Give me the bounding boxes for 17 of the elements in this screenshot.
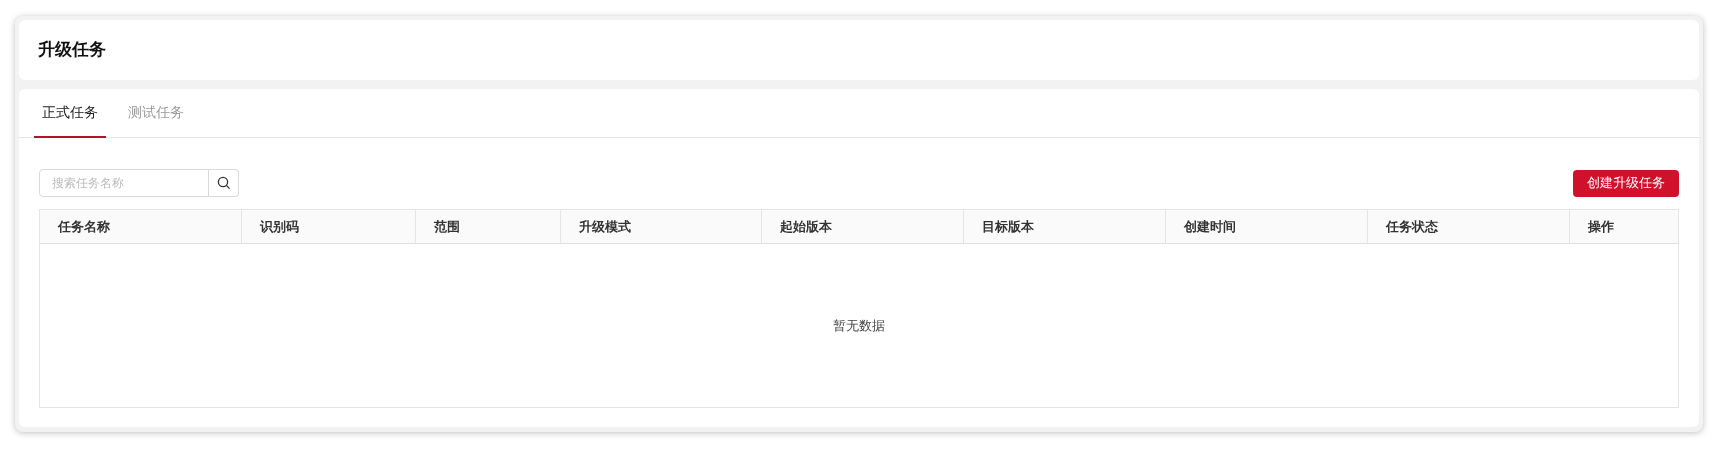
empty-message: 暂无数据 — [833, 316, 885, 335]
column-header: 升级模式 — [579, 217, 631, 236]
tab[interactable]: 正式任务 — [34, 89, 106, 138]
search-button[interactable] — [209, 169, 239, 197]
column-header: 创建时间 — [1184, 217, 1236, 236]
column-header: 任务名称 — [58, 217, 110, 236]
column-header: 目标版本 — [982, 217, 1034, 236]
column-header: 任务状态 — [1386, 217, 1438, 236]
column-header: 范围 — [434, 217, 460, 236]
search-field[interactable]: 搜索任务名称 — [39, 169, 209, 197]
search-icon — [216, 176, 231, 190]
page-title: 升级任务 — [38, 39, 106, 62]
create-task-button[interactable]: 创建升级任务 — [1573, 169, 1679, 197]
tab[interactable]: 测试任务 — [120, 89, 192, 138]
column-header: 识别码 — [260, 217, 299, 236]
column-header: 起始版本 — [780, 217, 832, 236]
column-header: 操作 — [1588, 217, 1614, 236]
